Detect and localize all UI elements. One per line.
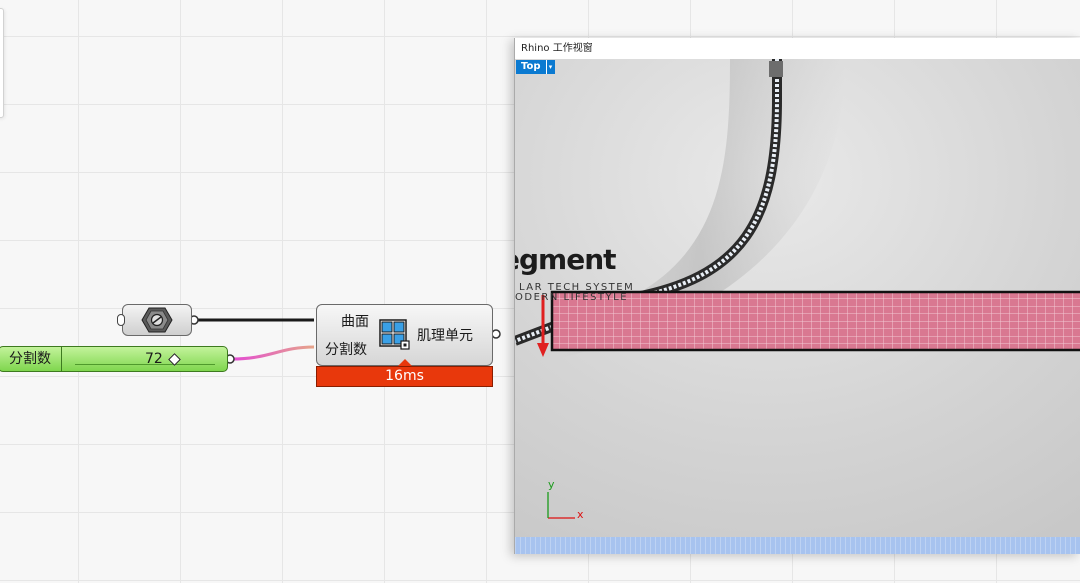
grid-panel-icon	[379, 319, 410, 350]
rhino-viewport-window[interactable]: Rhino 工作视窗 Top ▾ gment LAR TECH SYSTEM O…	[514, 38, 1080, 554]
texture-panel-grid	[550, 290, 1080, 352]
x-axis-label: x	[577, 508, 584, 521]
input-surface-label[interactable]: 曲面	[341, 311, 369, 331]
viewport-tab-label[interactable]: Top	[516, 60, 546, 74]
tagline-line-2: ODERN LIFESTYLE	[515, 292, 629, 303]
output-texture-unit-label[interactable]: 肌理单元	[417, 325, 473, 345]
timer-notch	[398, 359, 412, 366]
profiler-timer: 16ms	[316, 366, 493, 387]
window-title[interactable]: Rhino 工作视窗	[515, 38, 1080, 59]
y-axis-label: y	[548, 478, 555, 491]
slider-wire	[231, 345, 315, 361]
wall-top-cap	[769, 61, 783, 77]
geometry-parameter[interactable]	[122, 304, 192, 336]
component-output-port[interactable]	[491, 329, 501, 339]
slider-label: 分割数	[0, 347, 62, 371]
brand-text: egment	[515, 243, 617, 276]
viewport-tab-top[interactable]: Top ▾	[516, 60, 555, 74]
viewport-top[interactable]: Top ▾ egment LAR TECH SYSTEM ODERN LIFES…	[515, 59, 1080, 537]
hex-nut-geometry-icon	[141, 307, 173, 333]
number-slider[interactable]: 分割数 72	[0, 346, 228, 372]
slider-value: 72	[145, 351, 163, 367]
bottom-strip	[515, 537, 1080, 554]
texture-unit-component[interactable]: 曲面 分割数 肌理单元	[316, 304, 493, 366]
chevron-down-icon[interactable]: ▾	[545, 60, 555, 74]
input-division-count-label[interactable]: 分割数	[325, 339, 367, 359]
geometry-input-port[interactable]	[117, 314, 125, 326]
